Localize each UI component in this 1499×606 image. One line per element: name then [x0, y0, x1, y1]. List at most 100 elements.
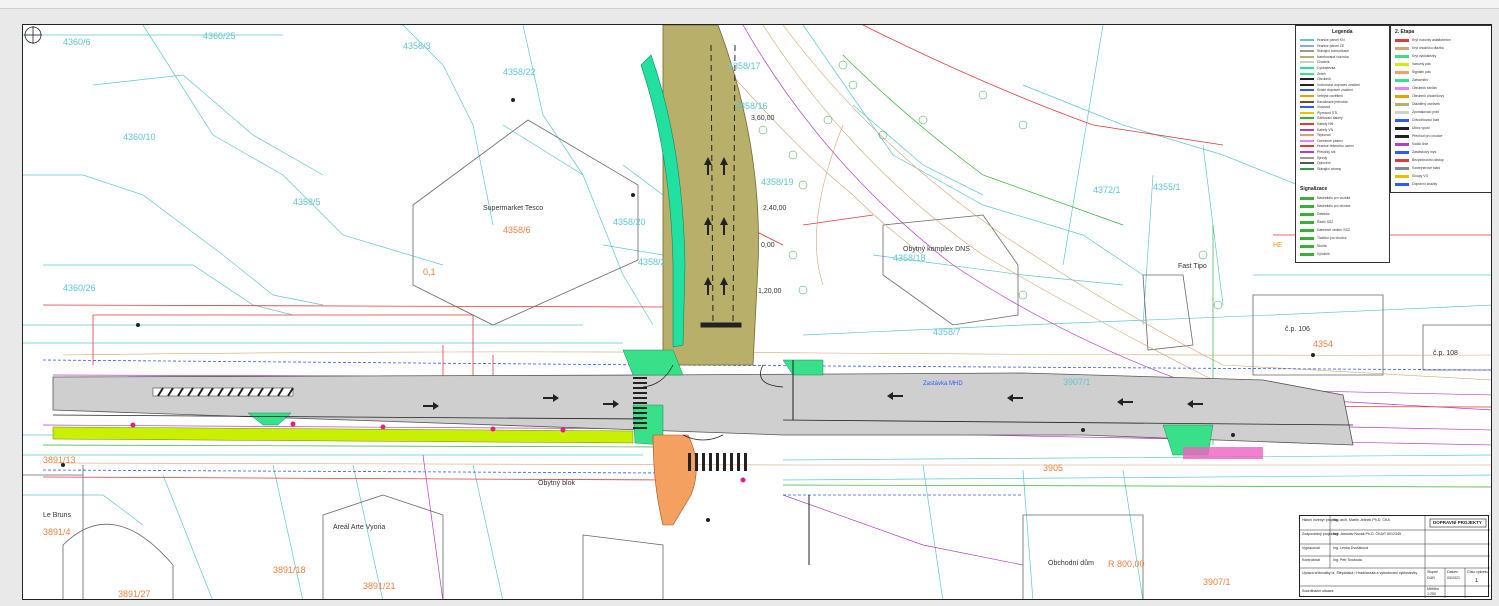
legend-label: Dopravní značky: [1412, 182, 1438, 186]
bus-stop-labels: Zastávka MHD: [923, 381, 963, 387]
legend-item: Kabely VN: [1300, 128, 1333, 132]
legend-label: Obrubník chodníkový: [1412, 94, 1445, 98]
legend-swatch: [1300, 167, 1314, 170]
hd-text: HE: [1273, 242, 1283, 249]
legend-swatch: [1300, 252, 1314, 256]
parcel-label: 4360/10: [123, 132, 156, 142]
legend-swatch: [1300, 106, 1314, 109]
parcel-label: 4355/1: [1153, 182, 1181, 192]
legend-label: Odvodňovací žlab: [1412, 118, 1440, 122]
legend-swatch: [1300, 95, 1314, 97]
legend-label: Zeleň: [1317, 71, 1326, 76]
parcel-label: 3891/4: [43, 527, 71, 537]
building-label: č.p. 106: [1285, 326, 1310, 333]
tb-label: Měřítko: [1427, 587, 1439, 591]
viewer-toolbar: [0, 0, 1499, 9]
legend-item: Sjezdy: [1300, 156, 1327, 160]
legend-label: Vodovod: [1317, 105, 1331, 110]
legend-label: Cyklostezka: [1317, 66, 1336, 70]
legend-right: 2. Etapa Kryt vozovky asfaltobeton Kryt c…: [1390, 25, 1491, 193]
parcel-label: 4358/17: [728, 61, 761, 71]
legend-label: Chodník: [1317, 60, 1330, 65]
legend-item: Návěstidlo pro vozidla: [1300, 196, 1350, 200]
legend-swatch: [1300, 39, 1314, 41]
legend-swatch: [1300, 145, 1314, 148]
legend-swatch: [1300, 83, 1314, 86]
legend-item: Varovný pás: [1395, 62, 1431, 66]
legend-swatch: [1300, 61, 1314, 64]
building-label: Supermarket Tesco: [483, 205, 543, 212]
tb-label: Stupeň: [1427, 570, 1439, 574]
legend-label: Kryt vozovky asfaltobeton: [1412, 38, 1451, 42]
parcel-label: 0,1: [423, 267, 436, 277]
parcel-label: 3891/27: [118, 589, 151, 599]
legend-title: Legenda: [1332, 29, 1353, 35]
legend-label: Varovný pás: [1412, 62, 1431, 66]
legend-swatch: [1300, 128, 1314, 131]
hatched-median: [152, 387, 294, 397]
legend-item: Stávající stromy: [1300, 167, 1341, 171]
legend-item: Kontejnerové stání: [1395, 166, 1440, 170]
legend-label: Zatravnění: [1412, 78, 1429, 82]
legend-item: Obrubník chodníkový: [1395, 94, 1444, 98]
radius-label: R 800,00: [1108, 559, 1145, 569]
legend-label: Uliční vpusť: [1412, 126, 1430, 130]
parcel-label: 4360/25: [203, 31, 236, 41]
building-label: č.p. 108: [1433, 350, 1458, 357]
legend-swatch: [1395, 54, 1409, 58]
building-label: Obchodní dům: [1048, 559, 1094, 567]
legend-item: Detektor: [1300, 212, 1330, 216]
legend-label: Dlážděný ostrůvek: [1412, 102, 1440, 106]
bus-bay: [1183, 447, 1263, 459]
legend-swatch: [1300, 220, 1314, 224]
parcel-label: 4358/2: [638, 257, 666, 267]
legend-item: Signální pás: [1395, 70, 1431, 74]
title-block-grid: [1300, 516, 1490, 598]
parcel-label: 4360/26: [63, 283, 96, 293]
legend-swatch: [1395, 150, 1409, 154]
legend-item: Vodovod: [1300, 105, 1330, 109]
legend-left: Legenda Hranice parcel KN Hranice parcel …: [1295, 25, 1390, 263]
legend-swatch: [1300, 117, 1314, 120]
legend-item: Zatravnění: [1395, 78, 1428, 82]
legend-swatch: [1395, 38, 1409, 42]
legend-swatch: [1395, 174, 1409, 178]
legend-label: Kanalizace jednotná: [1317, 99, 1348, 104]
legend-item: Kryt chodníku dlažba: [1395, 46, 1444, 50]
legend-label: Navrhovaná vozovka: [1317, 54, 1349, 59]
legend-swatch: [1300, 123, 1314, 125]
building-label: Le Bruns: [43, 512, 72, 519]
legend-item: Ochranné pásmo: [1300, 139, 1343, 143]
tb-project: Úprava křižovatky ul. Štěpánská / Hradča…: [1302, 571, 1418, 575]
legend-label: Přeložky sítí: [1317, 150, 1336, 154]
legend-item: Sdělovací kabely: [1300, 116, 1343, 120]
legend-swatch: [1395, 158, 1409, 162]
legend-label: Obrubník silniční: [1412, 86, 1438, 90]
legend-swatch: [1300, 100, 1314, 103]
parcel-label: 4358/20: [613, 217, 646, 227]
legend-label: Obrubník: [1317, 77, 1331, 82]
legend-item: Kryt vozovky asfaltobeton: [1395, 38, 1451, 42]
legend-swatch: [1300, 134, 1314, 137]
legend-label: Tlačítko pro chodce: [1317, 236, 1347, 240]
chainage-label: 2,40,00: [763, 205, 786, 212]
legend-item: Stávající komunikace: [1300, 49, 1349, 53]
legend-swatch: [1395, 142, 1409, 146]
legend-swatch: [1300, 228, 1314, 232]
legend-label: Ochranné pásmo: [1317, 138, 1344, 143]
legend-label: Sdělovací kabely: [1317, 116, 1343, 121]
parcel-label: 4358/19: [761, 177, 794, 187]
legend-item: Vodorovné dopravní značení: [1300, 83, 1360, 87]
legend-item: Plynovod STL: [1300, 111, 1338, 115]
parcel-label: 4358/22: [503, 67, 536, 77]
legend-label: Stávající komunikace: [1317, 49, 1350, 54]
parcel-label: 3891/13: [43, 455, 76, 465]
legend-swatch: [1395, 102, 1409, 106]
legend-item: Hranice parcel KN: [1300, 38, 1345, 42]
legend-item: Zeleň: [1300, 72, 1325, 76]
south-cycle-path: [52, 426, 634, 444]
legend-label: Hranice parcel ZE: [1317, 43, 1345, 48]
legend-item: Přeložky sítí: [1300, 150, 1335, 154]
legend-item: Hranice řešeného území: [1300, 144, 1354, 148]
legend-label: Kryt cyklostezky: [1412, 54, 1437, 58]
